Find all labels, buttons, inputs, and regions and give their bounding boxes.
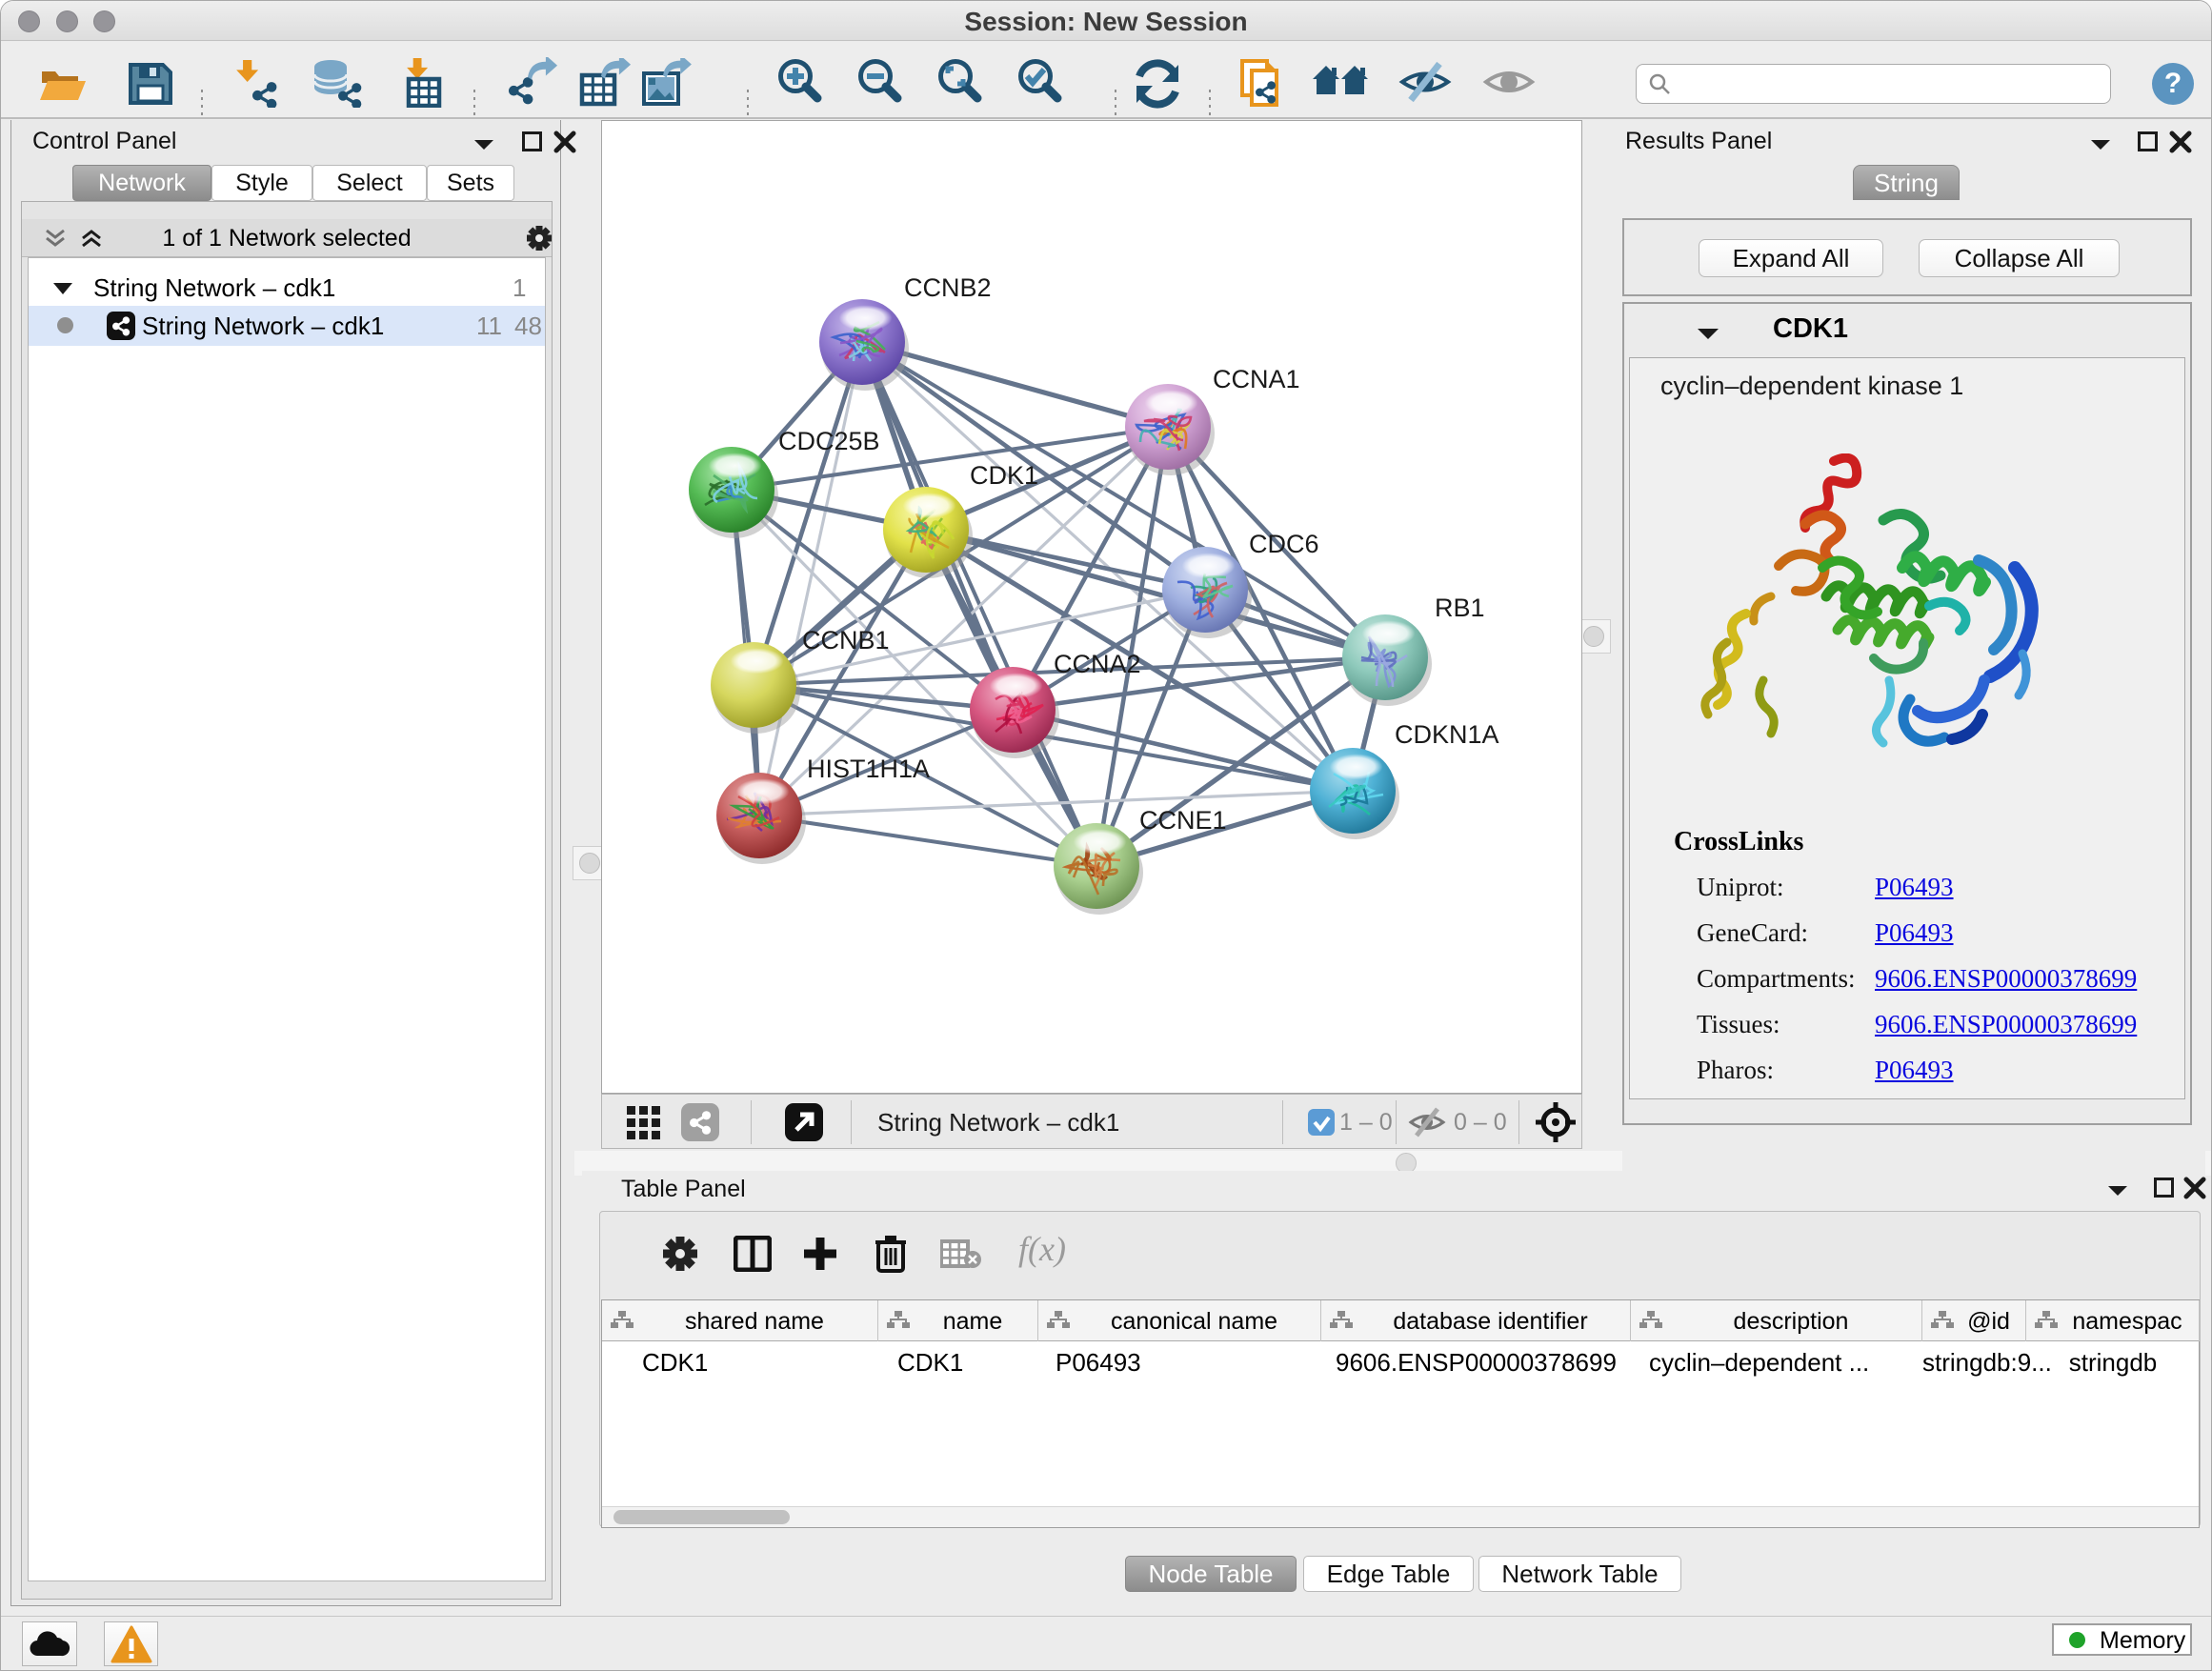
svg-text:CCNA2: CCNA2 bbox=[1054, 650, 1141, 678]
svg-text:CDC6: CDC6 bbox=[1249, 530, 1319, 558]
svg-text:CCNB2: CCNB2 bbox=[904, 273, 992, 302]
svg-text:CDK1: CDK1 bbox=[970, 461, 1038, 490]
svg-text:RB1: RB1 bbox=[1435, 594, 1485, 622]
svg-text:CCNB1: CCNB1 bbox=[802, 626, 890, 654]
svg-text:CDC25B: CDC25B bbox=[778, 427, 880, 455]
svg-text:CDKN1A: CDKN1A bbox=[1395, 720, 1499, 749]
svg-text:CCNA1: CCNA1 bbox=[1213, 365, 1300, 393]
svg-text:HIST1H1A: HIST1H1A bbox=[807, 755, 930, 783]
svg-text:CCNE1: CCNE1 bbox=[1139, 806, 1227, 835]
